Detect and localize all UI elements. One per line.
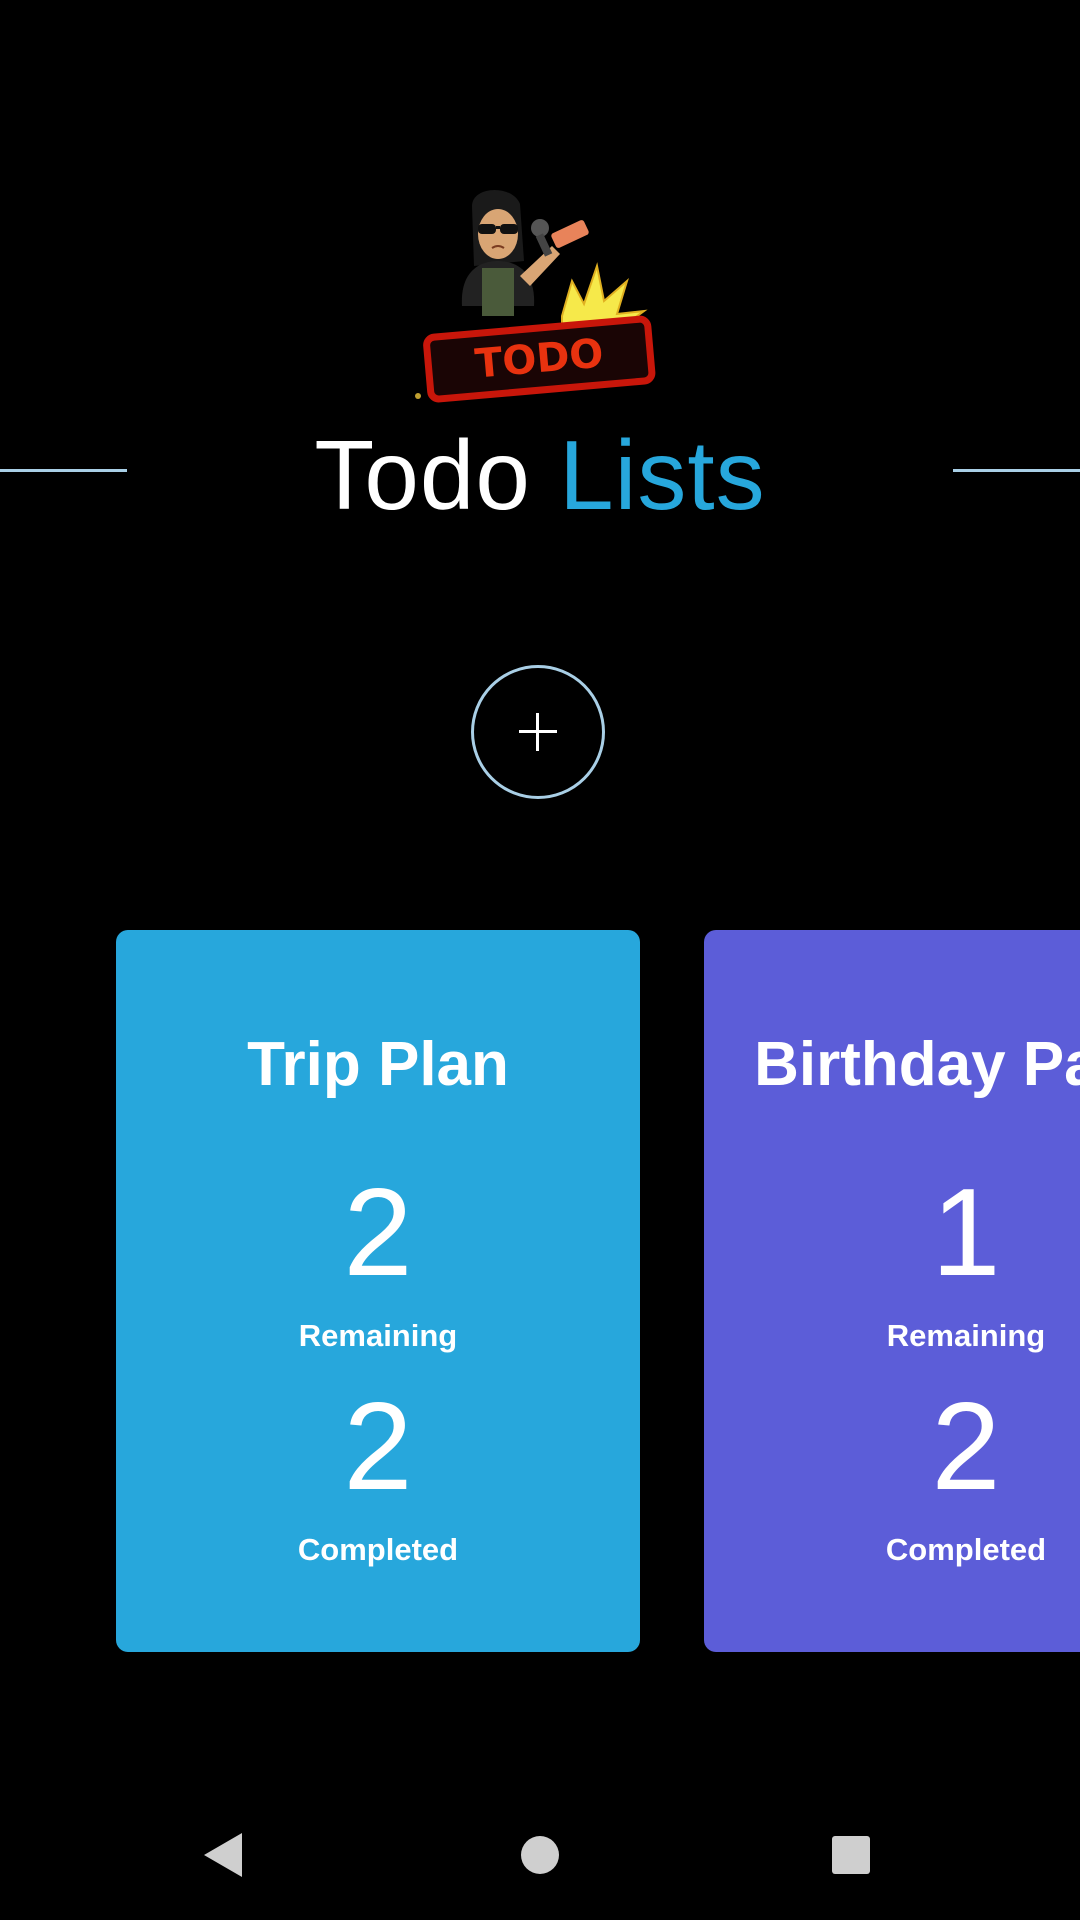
home-circle-icon[interactable]	[521, 1836, 559, 1874]
list-card-title: Birthday Party	[754, 1030, 1080, 1099]
page-title-word-1: Todo	[314, 420, 531, 530]
remaining-count: 1	[931, 1164, 1001, 1302]
screen: TODO Todo Lists Trip Plan 2 Remaining 2 …	[0, 0, 1080, 1920]
page-title: Todo Lists	[0, 420, 1080, 530]
system-navigation-bar	[0, 1800, 1080, 1920]
remaining-label: Remaining	[298, 1318, 458, 1353]
plus-icon	[519, 713, 557, 751]
remaining-label: Remaining	[886, 1318, 1046, 1353]
app-logo: TODO	[415, 189, 656, 403]
completed-count: 2	[343, 1378, 413, 1516]
page-title-word-2: Lists	[559, 420, 766, 530]
list-card-title: Trip Plan	[247, 1030, 509, 1099]
completed-label: Completed	[885, 1532, 1047, 1567]
add-list-button[interactable]	[471, 665, 605, 799]
recents-square-icon[interactable]	[832, 1836, 870, 1874]
back-triangle-icon[interactable]	[204, 1833, 242, 1877]
completed-count: 2	[931, 1378, 1001, 1516]
list-card-trip-plan[interactable]: Trip Plan 2 Remaining 2 Completed	[116, 930, 640, 1652]
completed-label: Completed	[297, 1532, 459, 1567]
list-card-birthday-party[interactable]: Birthday Party 1 Remaining 2 Completed	[704, 930, 1080, 1652]
remaining-count: 2	[343, 1164, 413, 1302]
